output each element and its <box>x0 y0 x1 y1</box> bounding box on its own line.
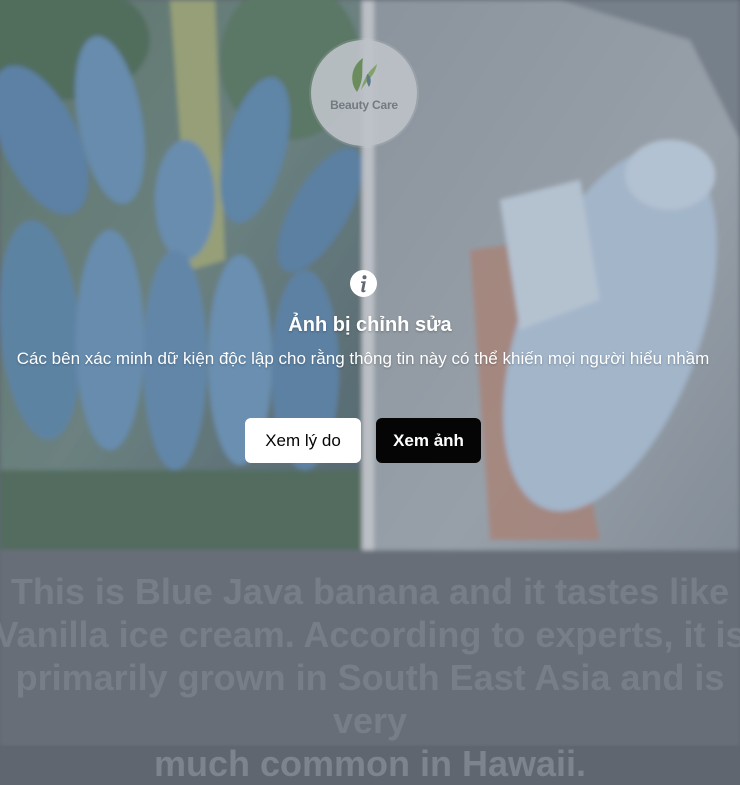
info-icon <box>350 270 377 297</box>
see-why-button[interactable]: Xem lý do <box>245 418 361 463</box>
warning-overlay <box>0 0 740 746</box>
warning-title: Ảnh bị chỉnh sửa <box>288 314 452 336</box>
see-photo-button[interactable]: Xem ảnh <box>376 418 481 463</box>
warning-message: Các bên xác minh dữ kiện độc lập cho rằn… <box>16 349 710 368</box>
